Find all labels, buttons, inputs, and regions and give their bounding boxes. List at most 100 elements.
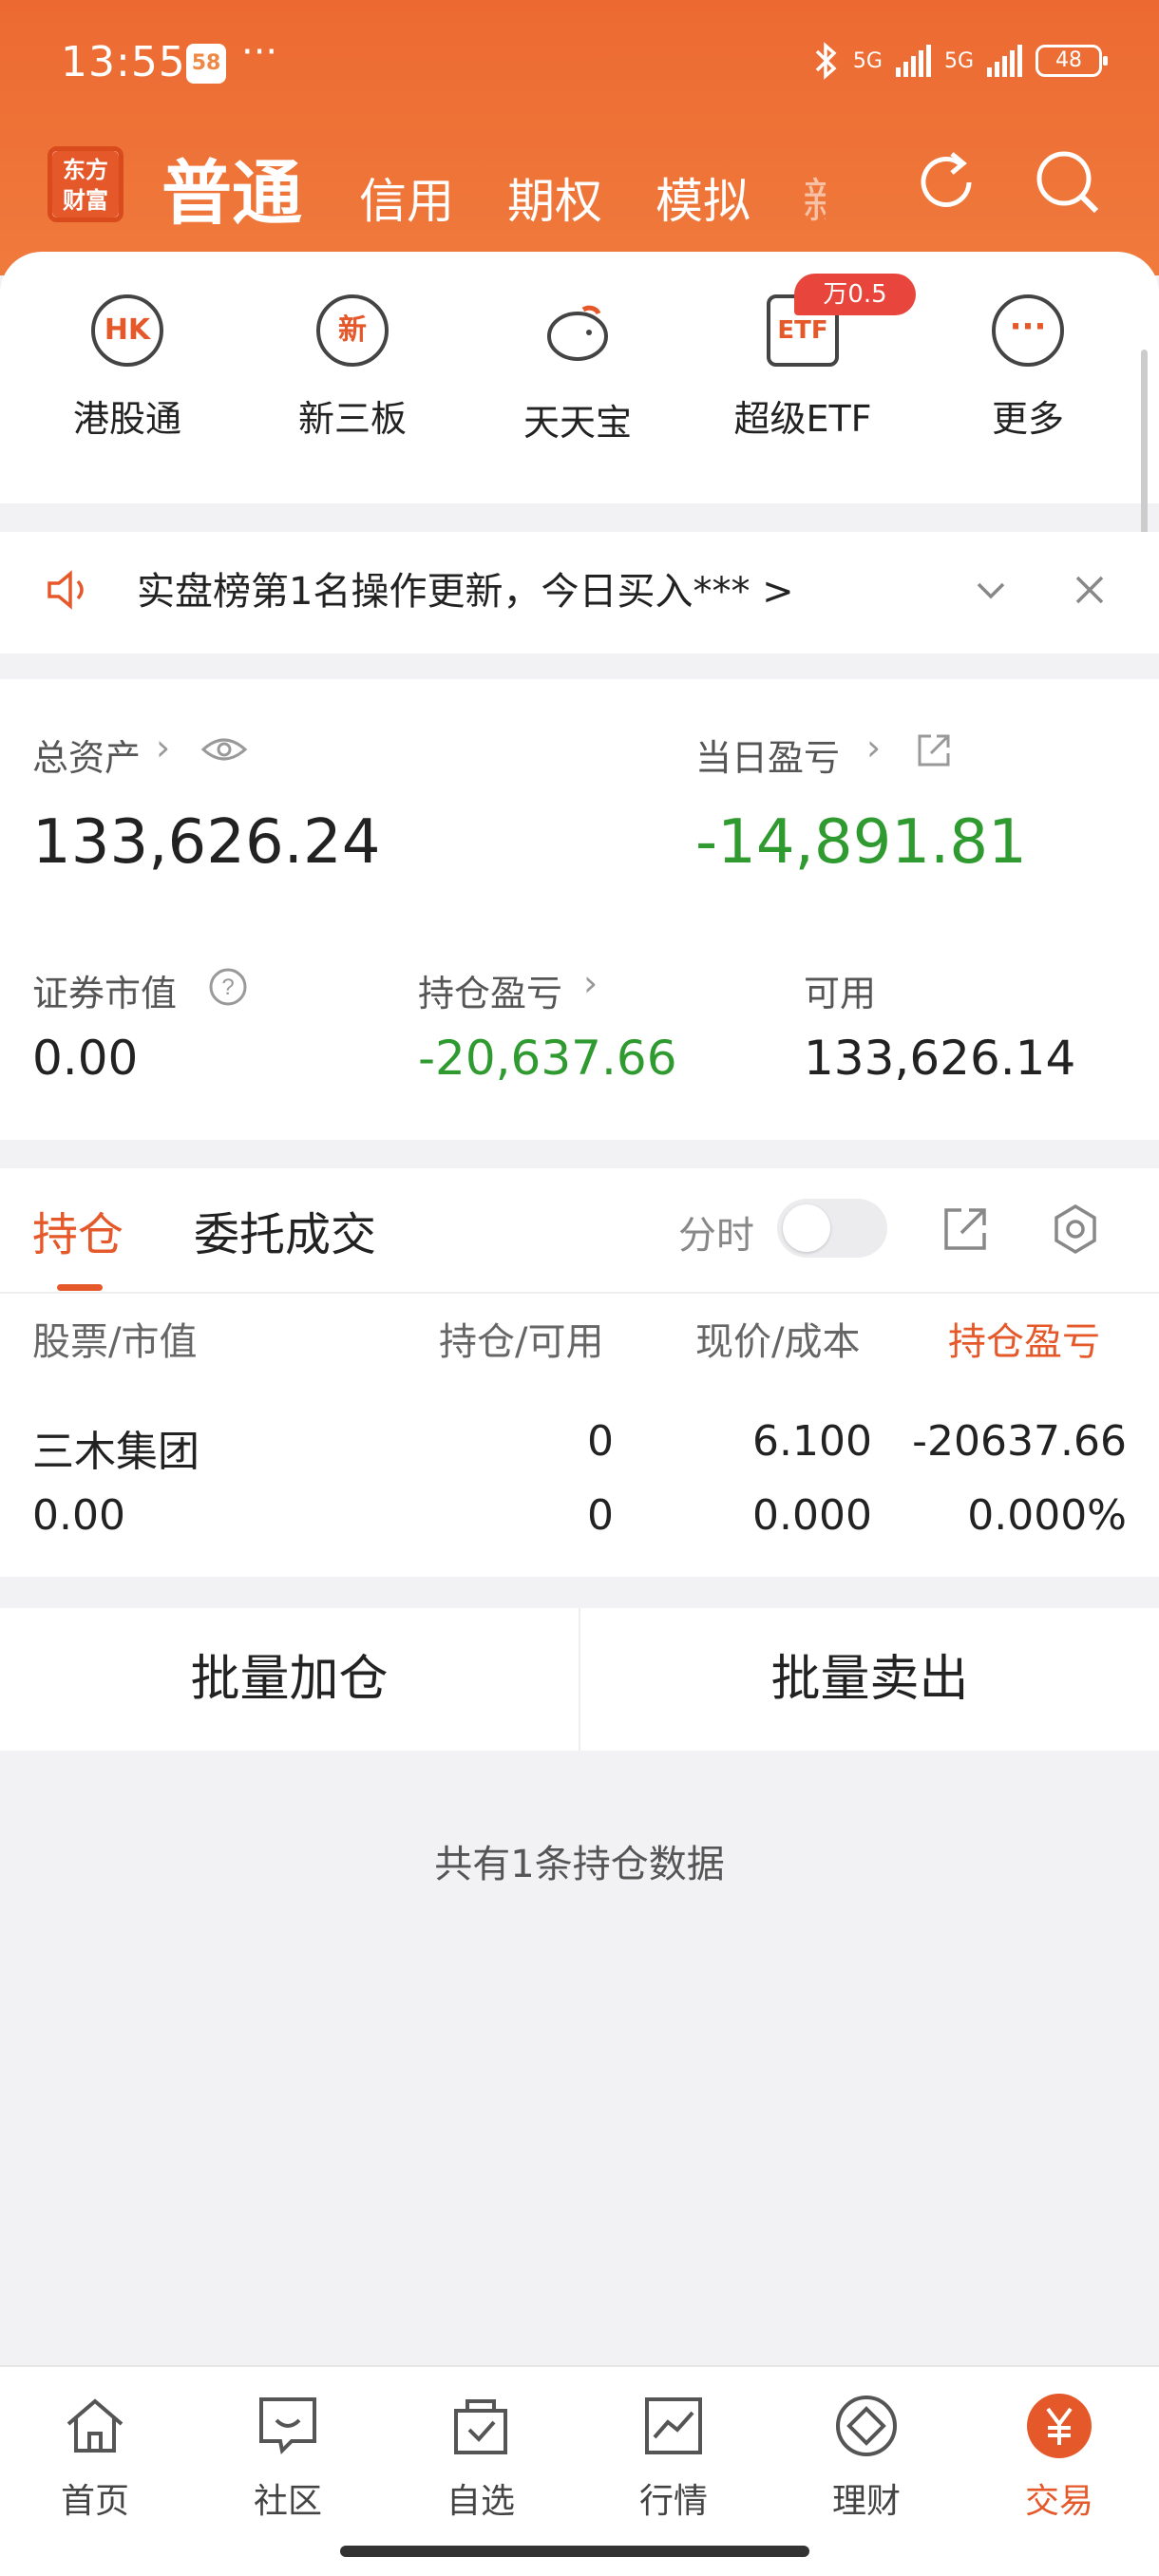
tab-options[interactable]: 期权 [507, 163, 602, 232]
nav-market[interactable]: 行情 [579, 2392, 769, 2523]
available-label: 可用 [804, 973, 877, 1014]
notice-text[interactable]: 实盘榜第1名操作更新，今日买入*** > [137, 560, 794, 616]
tab-partial[interactable]: 新股 [803, 163, 826, 232]
chart-icon [645, 2397, 702, 2454]
position-pl-percent: 0.000% [967, 1491, 1127, 1540]
more-icon: ··· [992, 294, 1064, 367]
column-header-pl[interactable]: 持仓盈亏 [948, 1311, 1100, 1366]
tab-positions[interactable]: 持仓 [32, 1197, 124, 1263]
tab-orders[interactable]: 委托成交 [194, 1197, 376, 1263]
svg-text:?: ? [221, 975, 234, 1000]
status-time: 13:55 [61, 38, 186, 86]
positions-count: 共有1条持仓数据 [434, 1843, 725, 1886]
close-icon[interactable] [1072, 572, 1108, 608]
yen-icon [1027, 2394, 1092, 2458]
piggy-bank-icon [547, 305, 608, 361]
signal-icon-2 [987, 45, 1022, 77]
network-label-2: 5G [943, 48, 974, 73]
total-assets-label[interactable]: 总资产 [32, 729, 141, 781]
time-share-label: 分时 [678, 1214, 754, 1258]
brand-logo[interactable]: 东方 财富 [48, 146, 124, 222]
daily-pl-value: -14,891.81 [695, 807, 1027, 878]
gear-icon[interactable] [1049, 1203, 1102, 1256]
quick-item-super-etf[interactable]: ETF 超级ETF [727, 294, 879, 442]
bag-check-icon [454, 2399, 507, 2454]
quick-item-tiantianbao[interactable]: 天天宝 [502, 294, 654, 445]
refresh-icon[interactable] [910, 144, 986, 220]
divider [0, 1292, 1159, 1294]
home-icon [66, 2398, 124, 2453]
quick-item-label: 更多 [991, 398, 1064, 440]
search-icon[interactable] [1030, 144, 1106, 220]
tab-simulation[interactable]: 模拟 [656, 163, 750, 232]
chevron-right-icon: › [156, 727, 171, 768]
active-tab-indicator [57, 1284, 103, 1291]
chevron-right-icon: › [583, 962, 598, 1004]
nav-community[interactable]: 社区 [193, 2392, 383, 2523]
nav-label: 行情 [638, 2482, 708, 2521]
signal-icon [895, 45, 931, 77]
chevron-right-icon: › [866, 727, 882, 768]
app-notification-icon: 58 [186, 44, 226, 84]
batch-actions: 批量加仓 批量卖出 [0, 1608, 1159, 1751]
position-pl-label[interactable]: 持仓盈亏 [418, 964, 562, 1016]
column-header-price: 现价/成本 [695, 1320, 861, 1364]
chevron-down-icon[interactable] [973, 572, 1009, 608]
nav-wealth[interactable]: 理财 [771, 2392, 961, 2523]
more-notifications-icon: ··· [241, 30, 278, 74]
stock-name: 三木集团 [32, 1428, 200, 1476]
chat-icon [259, 2397, 316, 2455]
nav-label: 自选 [446, 2482, 515, 2521]
nav-label: 首页 [60, 2482, 129, 2521]
cost-price: 0.000 [752, 1491, 872, 1540]
status-indicators: 5G 5G 48 [811, 42, 1108, 80]
speaker-icon [48, 570, 84, 610]
nav-label: 社区 [253, 2482, 322, 2521]
home-indicator[interactable] [340, 2546, 809, 2557]
logo-text-1: 东方 [63, 157, 108, 183]
nav-watchlist[interactable]: 自选 [386, 2392, 576, 2523]
export-icon[interactable] [939, 1203, 992, 1256]
column-header-stock: 股票/市值 [32, 1320, 198, 1364]
share-icon[interactable] [914, 730, 954, 770]
notice-bar[interactable]: 实盘榜第1名操作更新，今日买入*** > [0, 532, 1159, 653]
available-value: 133,626.14 [804, 1031, 1076, 1086]
quick-item-hk-connect[interactable]: HK 港股通 [51, 294, 203, 442]
market-value: 0.00 [32, 1031, 139, 1086]
app-header: 13:55 58 ··· 5G 5G 48 东方财富 普通 信用 期权 模拟 新… [0, 0, 1159, 275]
quick-item-neeq[interactable]: 新 新三板 [276, 294, 428, 442]
position-pl: -20637.66 [912, 1417, 1127, 1466]
quick-item-label: 天天宝 [522, 402, 632, 444]
status-bar: 13:55 58 ··· 5G 5G 48 [61, 30, 1108, 95]
nav-label: 交易 [1024, 2482, 1093, 2521]
batch-sell-button[interactable]: 批量卖出 [580, 1608, 1159, 1751]
tab-credit[interactable]: 信用 [359, 163, 454, 232]
new-board-icon: 新 [316, 294, 389, 367]
position-pl-value: -20,637.66 [418, 1031, 677, 1086]
quick-item-label: 港股通 [72, 398, 181, 440]
asset-summary: 总资产 › 133,626.24 当日盈亏 › -14,891.81 证券市值 … [0, 679, 1159, 1140]
stock-market-value: 0.00 [32, 1491, 125, 1540]
battery-icon: 48 [1036, 45, 1108, 77]
time-share-toggle[interactable] [777, 1199, 887, 1258]
nav-home[interactable]: 首页 [0, 2392, 190, 2523]
positions-panel: 持仓 委托成交 分时 股票/市值 持仓/可用 现价/成本 持仓盈亏 三木集团 0… [0, 1168, 1159, 1577]
batch-add-button[interactable]: 批量加仓 [0, 1608, 579, 1751]
diamond-icon [836, 2396, 897, 2456]
quick-item-label: 新三板 [297, 398, 407, 440]
scrollbar[interactable] [1141, 350, 1148, 544]
market-value-label: 证券市值 [32, 973, 178, 1014]
nav-trade[interactable]: 交易 [964, 2392, 1154, 2523]
holding-qty: 0 [587, 1417, 614, 1466]
help-icon[interactable]: ? [207, 966, 249, 1008]
etf-fee-badge: 万0.5 [794, 274, 916, 315]
quick-access-panel: HK 港股通 新 新三板 天天宝 ETF 超级ETF ··· 更多 [0, 252, 1159, 503]
daily-pl-label[interactable]: 当日盈亏 [695, 729, 840, 781]
column-header-holding: 持仓/可用 [439, 1320, 604, 1364]
current-price: 6.100 [752, 1417, 872, 1466]
eye-icon[interactable] [200, 729, 249, 770]
available-qty: 0 [587, 1491, 614, 1540]
tab-normal[interactable]: 普通 [162, 137, 302, 238]
quick-item-more[interactable]: ··· 更多 [952, 294, 1104, 442]
nav-label: 理财 [831, 2482, 901, 2521]
